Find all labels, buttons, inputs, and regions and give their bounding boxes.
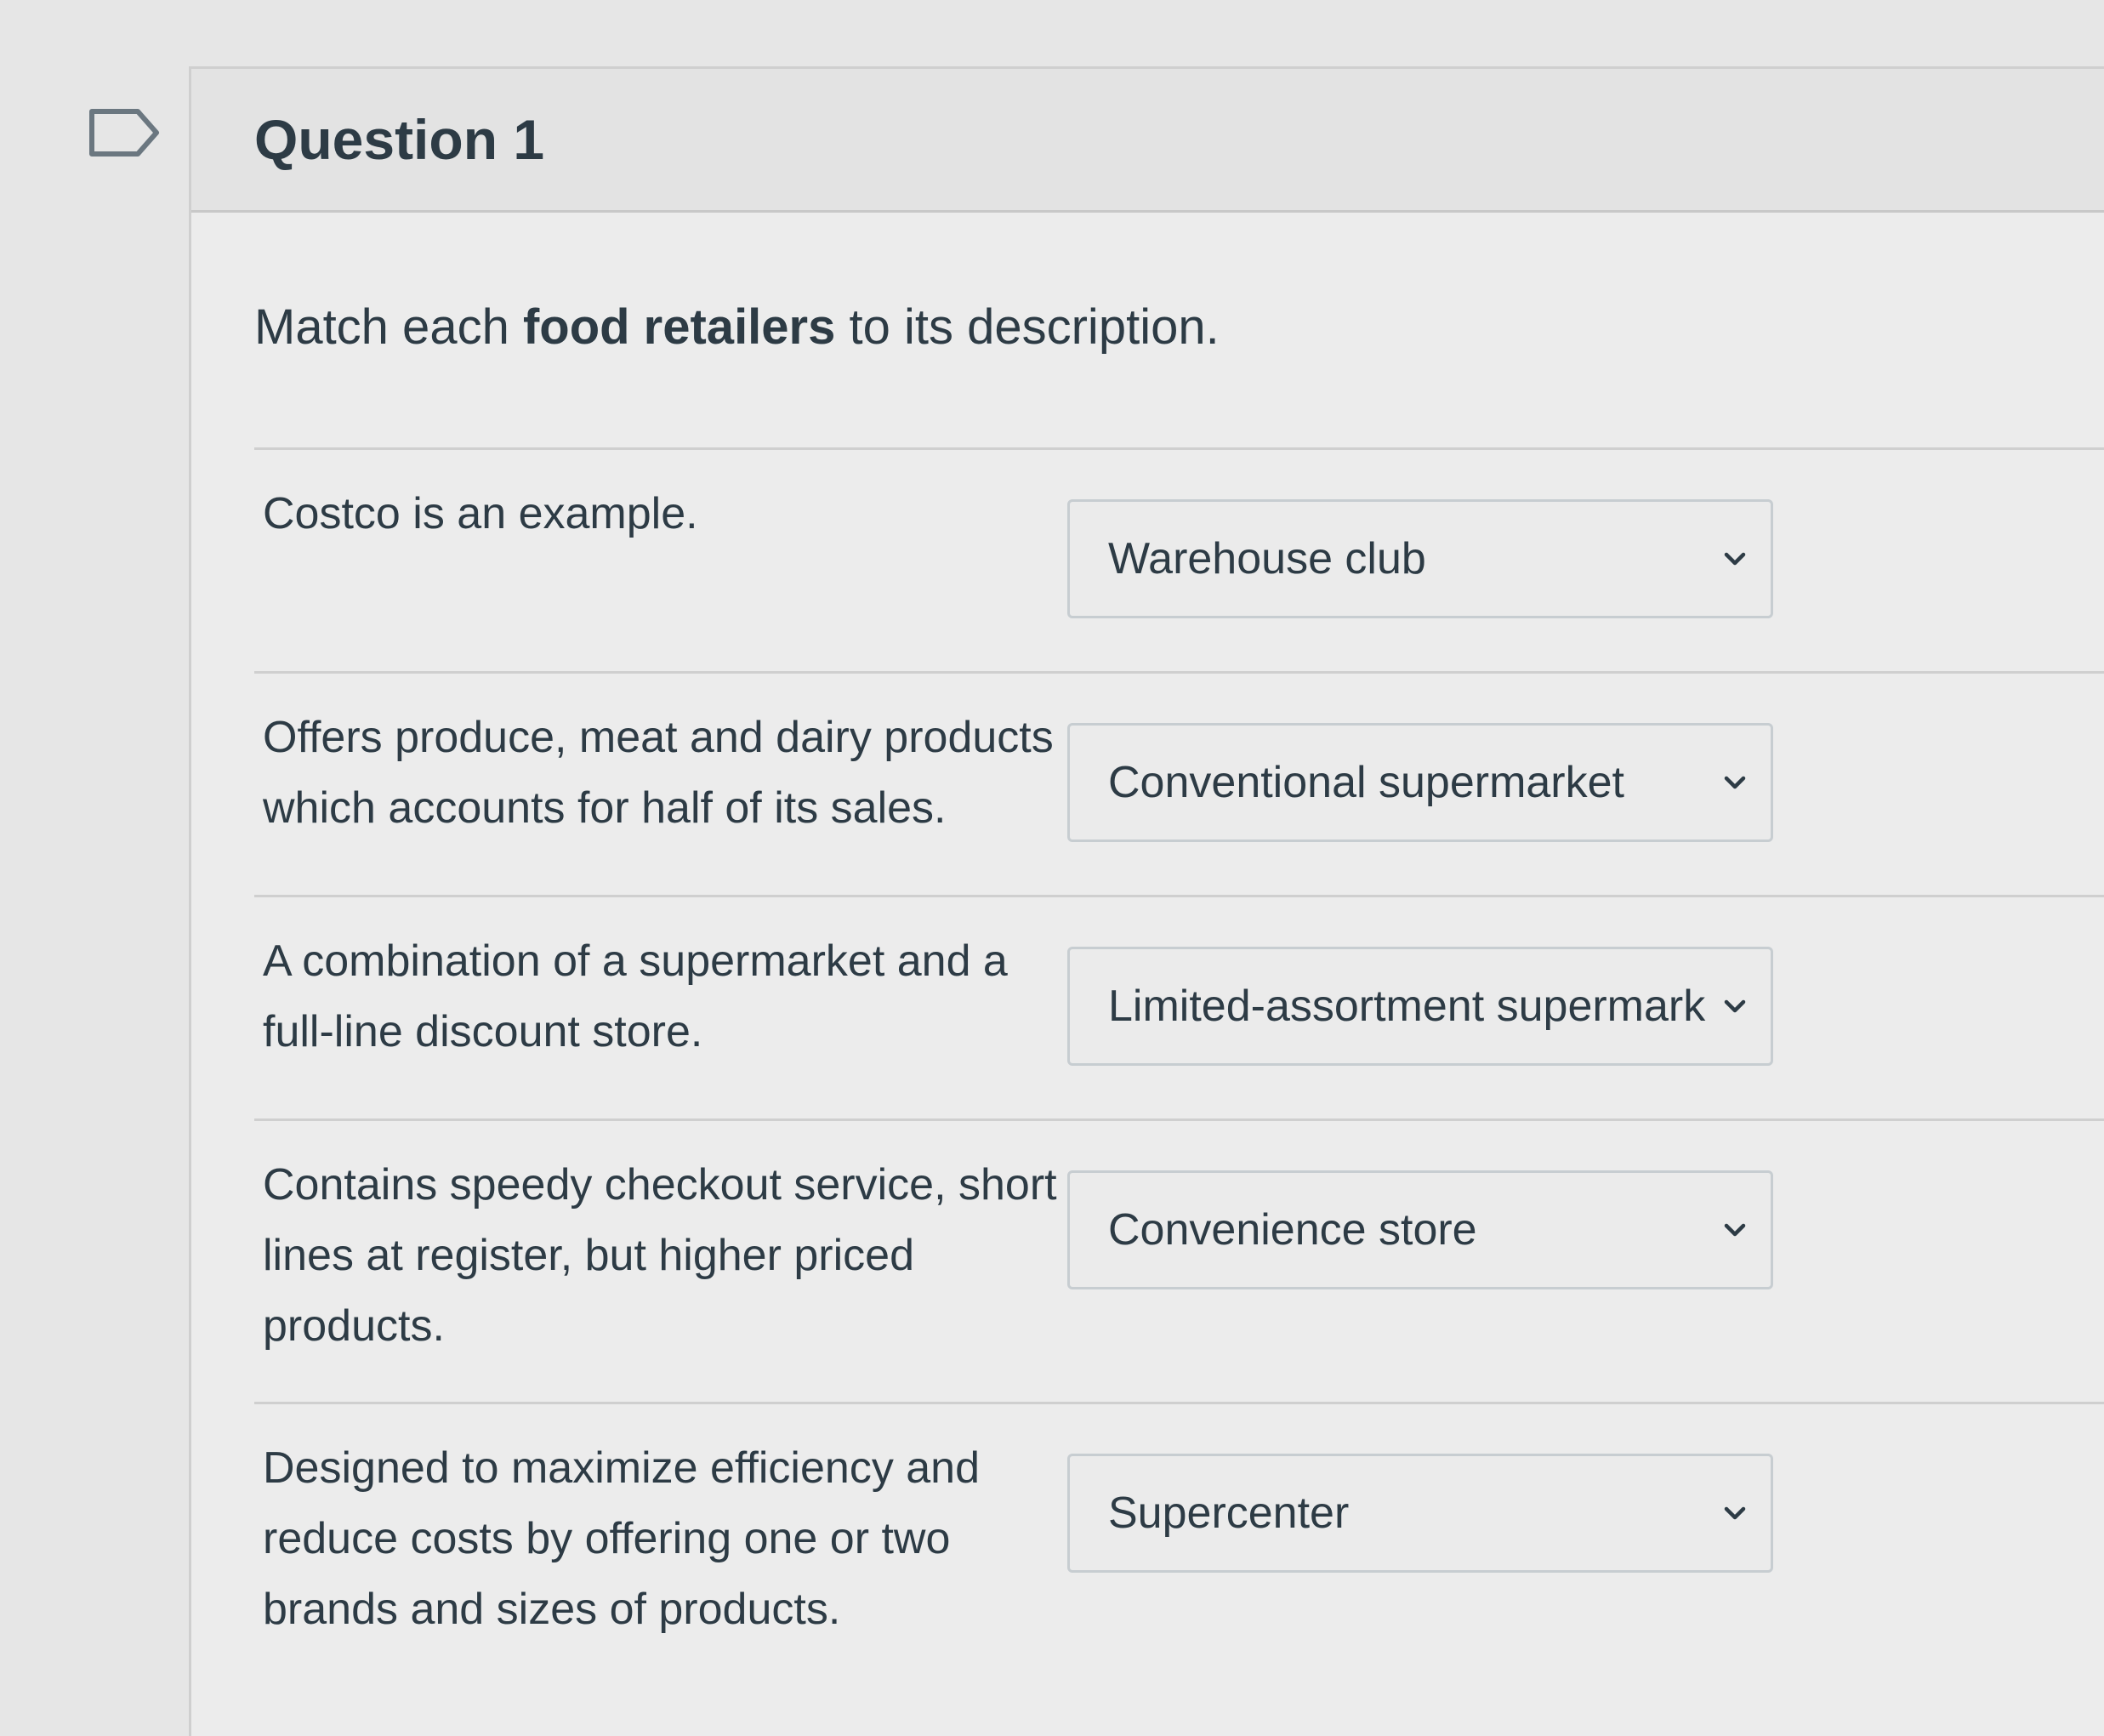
answer-select-value: Warehouse club: [1108, 534, 1426, 583]
answer-select[interactable]: Limited-assortment supermark: [1067, 947, 1773, 1066]
answer-select-value: Conventional supermarket: [1108, 758, 1624, 807]
answer-select[interactable]: Supercenter: [1067, 1454, 1773, 1573]
answer-description: Contains speedy checkout service, short …: [263, 1160, 1057, 1351]
question-header: Question 1: [191, 69, 2104, 213]
chevron-down-icon: [1724, 776, 1746, 789]
flag-question-icon[interactable]: [88, 108, 160, 157]
answer-description: Designed to maximize efficiency and redu…: [263, 1443, 981, 1634]
prompt-text-bold: food retailers: [522, 299, 836, 355]
answer-select[interactable]: Convenience store: [1067, 1170, 1773, 1289]
answer-description: Costco is an example.: [263, 489, 698, 538]
chevron-down-icon: [1724, 1223, 1746, 1237]
prompt-text-start: Match each: [254, 299, 523, 355]
answer-description: A combination of a supermarket and a ful…: [263, 936, 1008, 1056]
answer-row: Costco is an example. Warehouse club: [254, 450, 2104, 674]
prompt-text-end: to its description.: [835, 299, 1220, 355]
chevron-down-icon: [1724, 1506, 1746, 1520]
answer-select-value: Convenience store: [1108, 1205, 1477, 1255]
question-card: Question 1 Match each food retailers to …: [189, 66, 2104, 1736]
answer-row: Contains speedy checkout service, short …: [254, 1121, 2104, 1404]
answer-description: Offers produce, meat and dairy products …: [263, 713, 1054, 833]
answer-row: Offers produce, meat and dairy products …: [254, 674, 2104, 897]
question-prompt: Match each food retailers to its descrip…: [254, 298, 2104, 383]
answer-select-value: Supercenter: [1108, 1488, 1350, 1538]
question-body: Match each food retailers to its descrip…: [191, 298, 2104, 1693]
answer-select[interactable]: Conventional supermarket: [1067, 723, 1773, 842]
chevron-down-icon: [1724, 999, 1746, 1013]
answer-select-value: Limited-assortment supermark: [1108, 982, 1706, 1031]
chevron-down-icon: [1724, 552, 1746, 566]
answer-row: A combination of a supermarket and a ful…: [254, 897, 2104, 1121]
question-title: Question 1: [254, 108, 545, 171]
answer-select[interactable]: Warehouse club: [1067, 499, 1773, 618]
answer-row: Designed to maximize efficiency and redu…: [254, 1404, 2104, 1693]
